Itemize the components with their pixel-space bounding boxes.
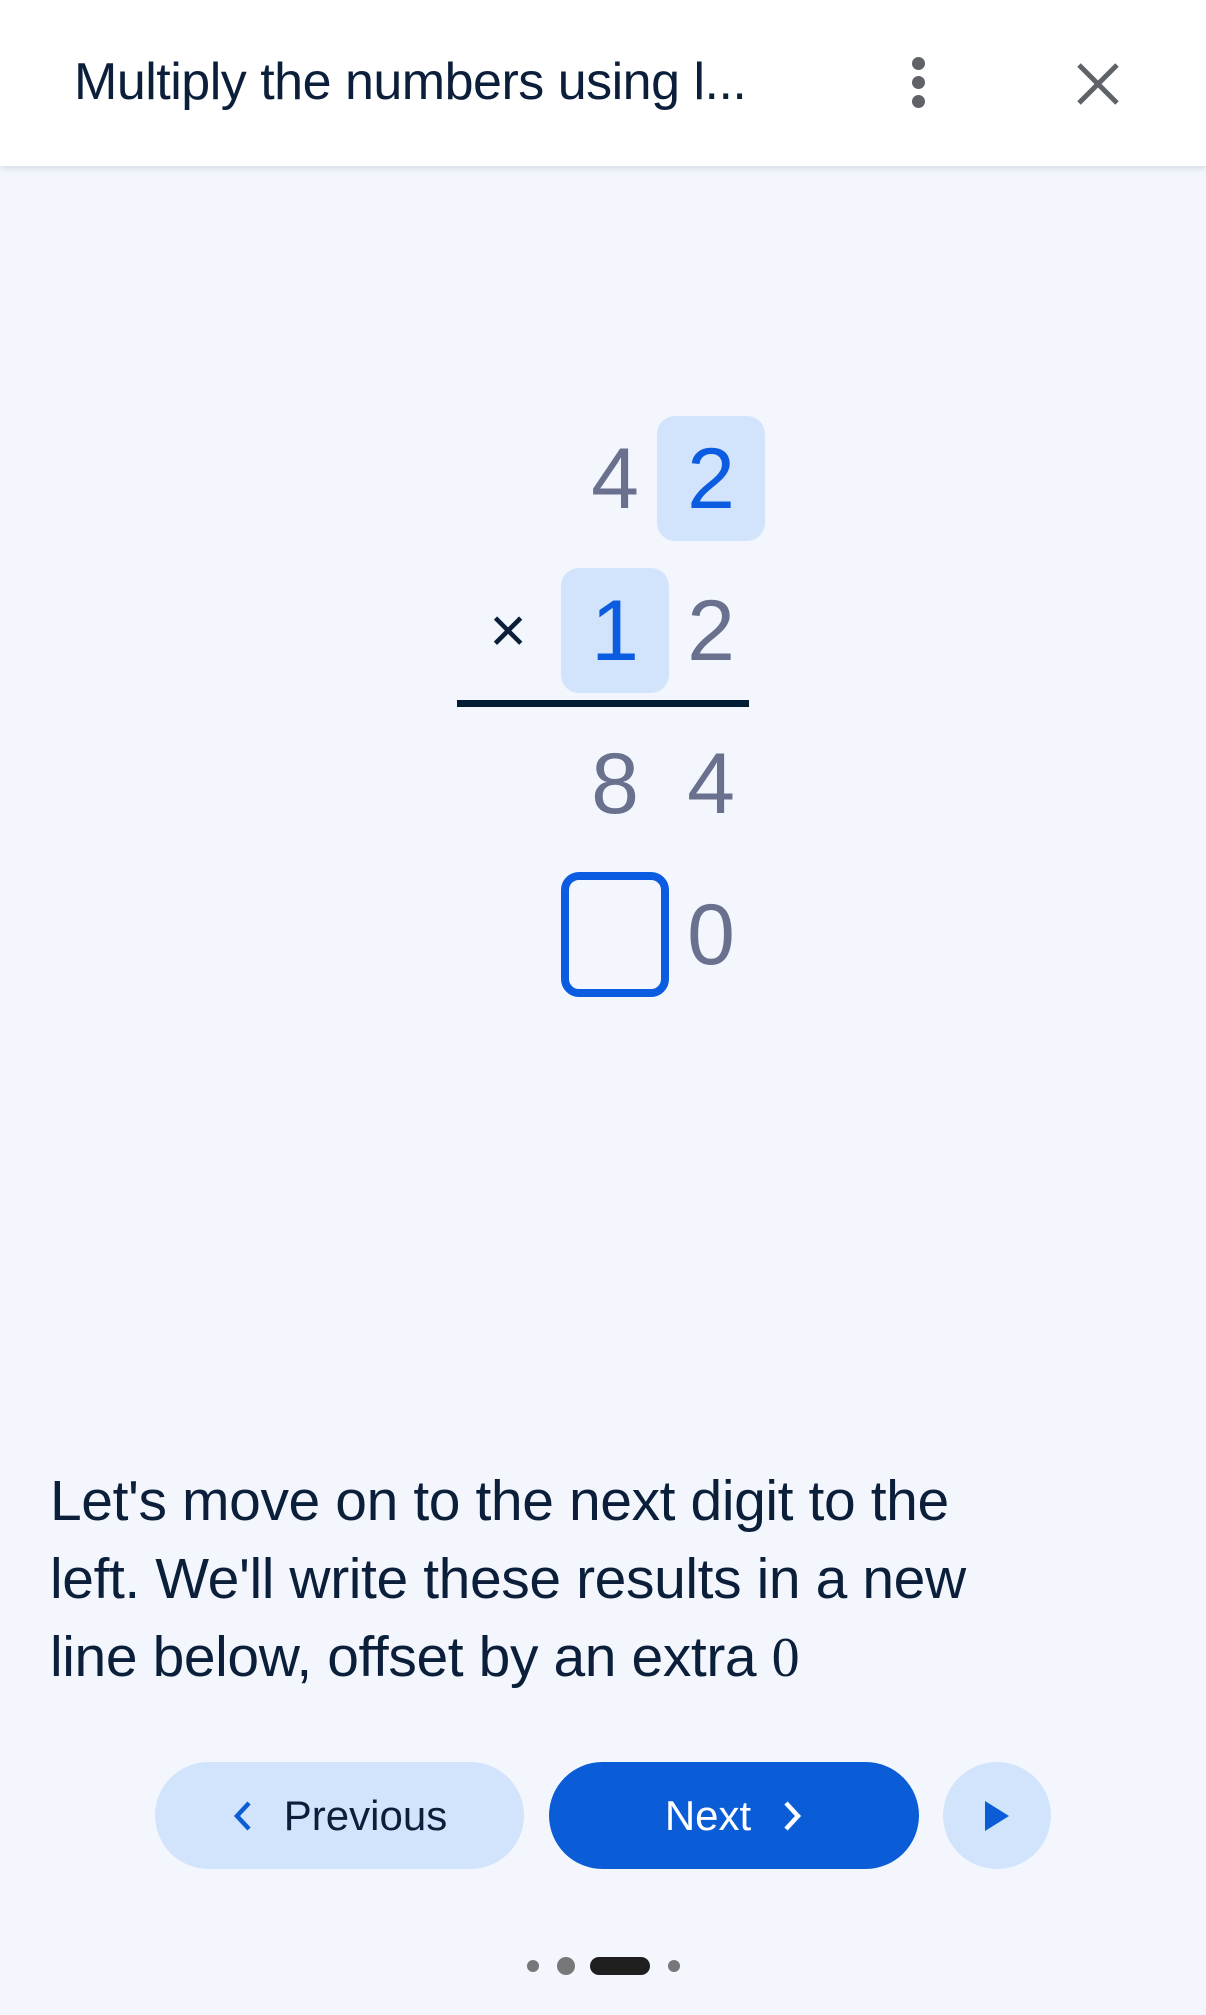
- play-button[interactable]: [943, 1762, 1051, 1869]
- instruction-text: Let's move on to the next digit to the l…: [50, 1462, 1170, 1697]
- page-dot-active: [590, 1957, 650, 1975]
- answer-input-box[interactable]: [561, 872, 669, 997]
- next-button[interactable]: Next: [549, 1762, 919, 1869]
- instruction-line: line below, offset by an extra 0: [50, 1618, 1170, 1697]
- step-pagination: [0, 1957, 1206, 1975]
- chevron-left-icon: [233, 1800, 251, 1831]
- play-icon: [985, 1800, 1009, 1831]
- multiplier-digit-tens-highlighted: 1: [561, 568, 669, 693]
- close-icon: [1077, 63, 1119, 105]
- multiplicand-digit-tens: 4: [591, 430, 639, 527]
- multiplier-digit-ones: 2: [687, 582, 735, 679]
- more-vert-icon-dot: [911, 75, 925, 89]
- more-vert-icon-dot: [911, 94, 925, 108]
- close-button[interactable]: [1070, 56, 1126, 112]
- instruction-line: Let's move on to the next digit to the: [50, 1469, 949, 1533]
- multiply-operator: ×: [489, 594, 527, 666]
- more-options-button[interactable]: [894, 52, 942, 112]
- page-dot: [557, 1957, 575, 1975]
- page-title: Multiply the numbers using l...: [74, 53, 747, 111]
- previous-button-label: Previous: [283, 1791, 448, 1839]
- result-divider-line: [457, 700, 749, 707]
- page-dot: [668, 1960, 680, 1972]
- page-dot: [527, 1960, 539, 1972]
- partial-product-2-offset-zero: 0: [687, 886, 735, 983]
- math-zero: 0: [771, 1627, 800, 1689]
- more-vert-icon: [911, 56, 925, 70]
- next-button-label: Next: [664, 1791, 752, 1839]
- previous-button[interactable]: Previous: [155, 1762, 524, 1869]
- chevron-right-icon: [784, 1800, 802, 1831]
- partial-product-1-tens: 8: [591, 735, 639, 832]
- partial-product-1-ones: 4: [687, 735, 735, 832]
- instruction-line: left. We'll write these results in a new: [50, 1547, 966, 1611]
- multiplicand-digit-ones-highlighted: 2: [657, 416, 765, 541]
- top-bar: Multiply the numbers using l...: [0, 0, 1206, 166]
- instruction-line-text: line below, offset by an extra: [50, 1625, 772, 1689]
